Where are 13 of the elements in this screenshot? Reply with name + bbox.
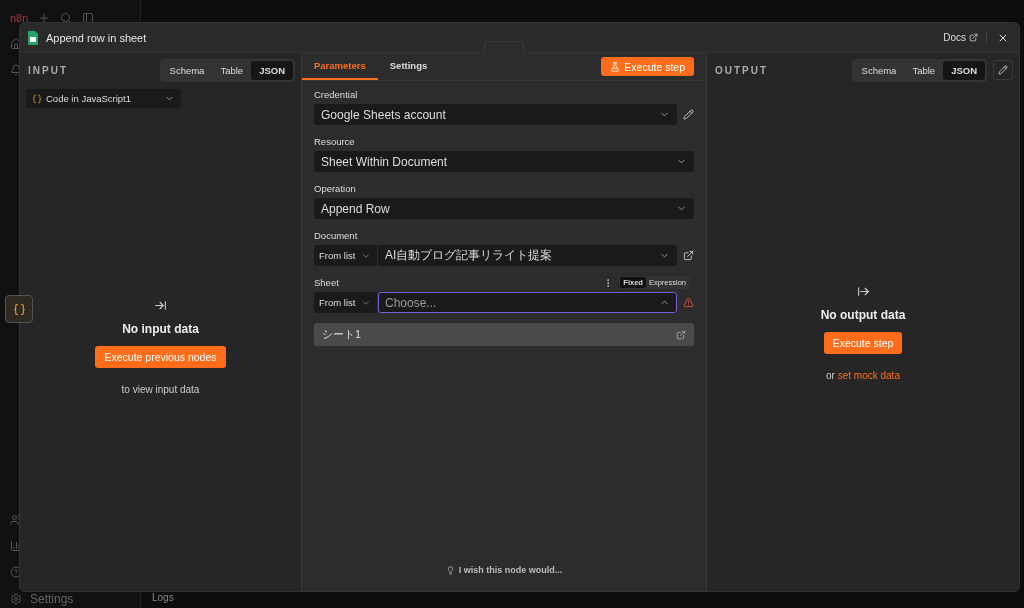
empty-hint: or set mock data (826, 370, 900, 381)
empty-title: No output data (820, 308, 906, 322)
panel-heading: INPUT (27, 64, 68, 76)
field-label: Operation (314, 183, 357, 194)
field-label: Document (314, 230, 359, 241)
empty-hint: to view input data (121, 383, 200, 395)
dialog-title: Append row in sheet (46, 31, 148, 44)
field-label: Sheet (314, 277, 340, 288)
panel-heading: OUTPUT (714, 64, 769, 76)
field-label: Credential (314, 89, 359, 100)
logo: n8n (10, 12, 29, 24)
field-label: Resource (314, 136, 356, 147)
empty-title: No input data (122, 321, 199, 336)
